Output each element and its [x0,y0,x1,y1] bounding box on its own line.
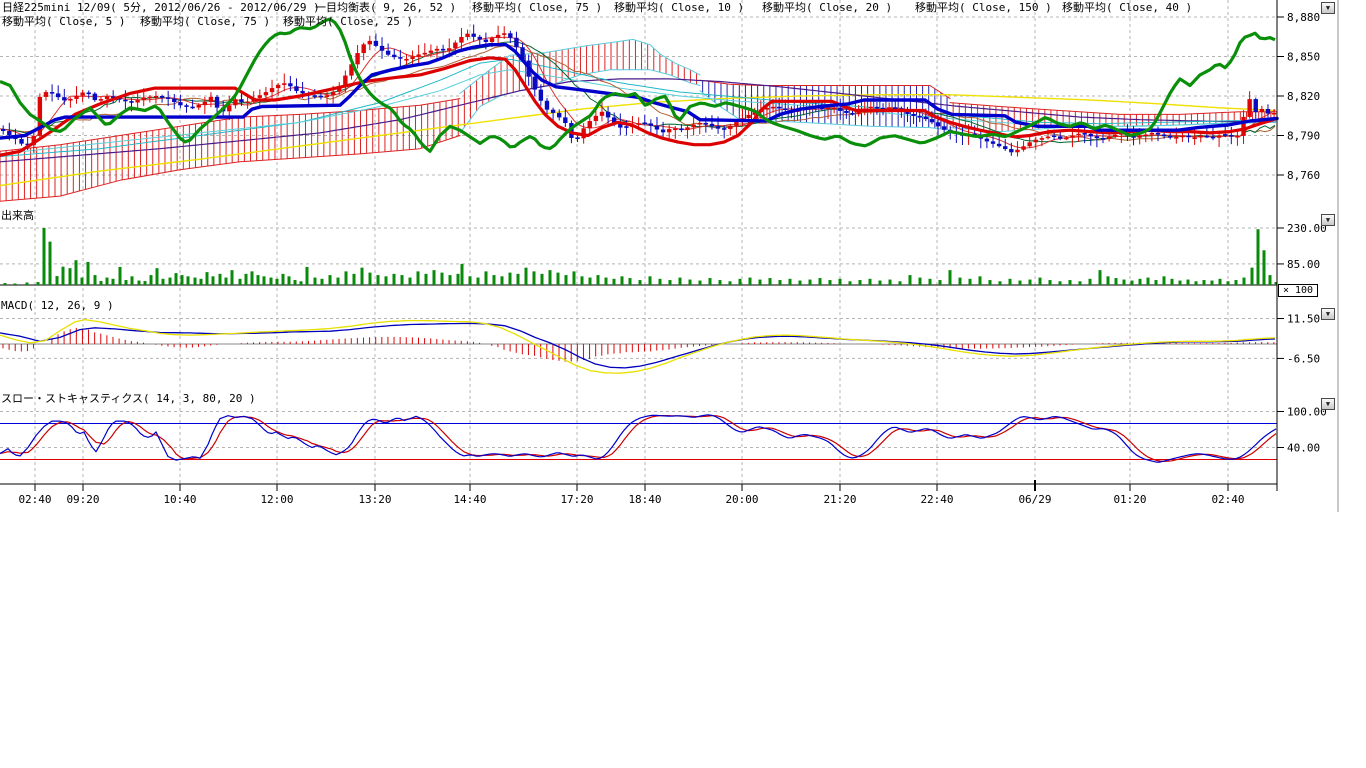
x-axis-label: 14:40 [453,493,486,506]
volume-panel-label: 出来高 [1,210,34,222]
price-axis-tick-4: 8,760 [1287,169,1320,182]
x-axis-label: 21:20 [823,493,856,506]
x-axis-label: 18:40 [628,493,661,506]
chevron-down-icon: ▼ [1322,399,1334,409]
price-axis-tick-0: 8,880 [1287,11,1320,24]
price-panel-dropdown-button[interactable]: ▼ [1321,2,1335,14]
price-axis-tick-2: 8,820 [1287,90,1320,103]
x-axis-label: 13:20 [358,493,391,506]
macd-axis-tick-1: -6.50 [1287,352,1320,365]
x-axis-label: 20:00 [725,493,758,506]
x-axis-label: 09:20 [66,493,99,506]
x-axis-label: 06/29 [1018,493,1051,506]
stochastics-panel-label: スロー・ストキャスティクス( 14, 3, 80, 20 ) [1,393,256,405]
x-axis-label: 22:40 [920,493,953,506]
price-axis-tick-1: 8,850 [1287,51,1320,64]
macd-panel-dropdown-button[interactable]: ▼ [1321,308,1335,320]
x-axis-label: 12:00 [260,493,293,506]
x-axis-label: 02:40 [1211,493,1244,506]
volume-unit-multiplier-badge: × 100 [1278,284,1318,297]
stoch-axis-tick-1: 40.00 [1287,442,1320,455]
volume-panel-dropdown-button[interactable]: ▼ [1321,214,1335,226]
macd-axis-tick-0: 11.50 [1287,313,1320,326]
x-axis-label: 02:40 [18,493,51,506]
chevron-down-icon: ▼ [1322,3,1334,13]
chevron-down-icon: ▼ [1322,215,1334,225]
stochastics-panel-dropdown-button[interactable]: ▼ [1321,398,1335,410]
x-axis-label: 17:20 [560,493,593,506]
volume-axis-tick-1: 85.00 [1287,258,1320,271]
x-axis-label: 10:40 [163,493,196,506]
price-axis-tick-3: 8,790 [1287,130,1320,143]
chart-plot-area[interactable]: 02:40 09:20 10:40 12:00 13:20 14:40 17:20 18:40… [0,0,1366,515]
trading-chart-app: 02:40 09:20 10:40 12:00 13:20 14:40 17:20 18:40… [0,0,1366,768]
x-axis-label: 01:20 [1113,493,1146,506]
chevron-down-icon: ▼ [1322,309,1334,319]
macd-panel-label: MACD( 12, 26, 9 ) [1,300,114,312]
